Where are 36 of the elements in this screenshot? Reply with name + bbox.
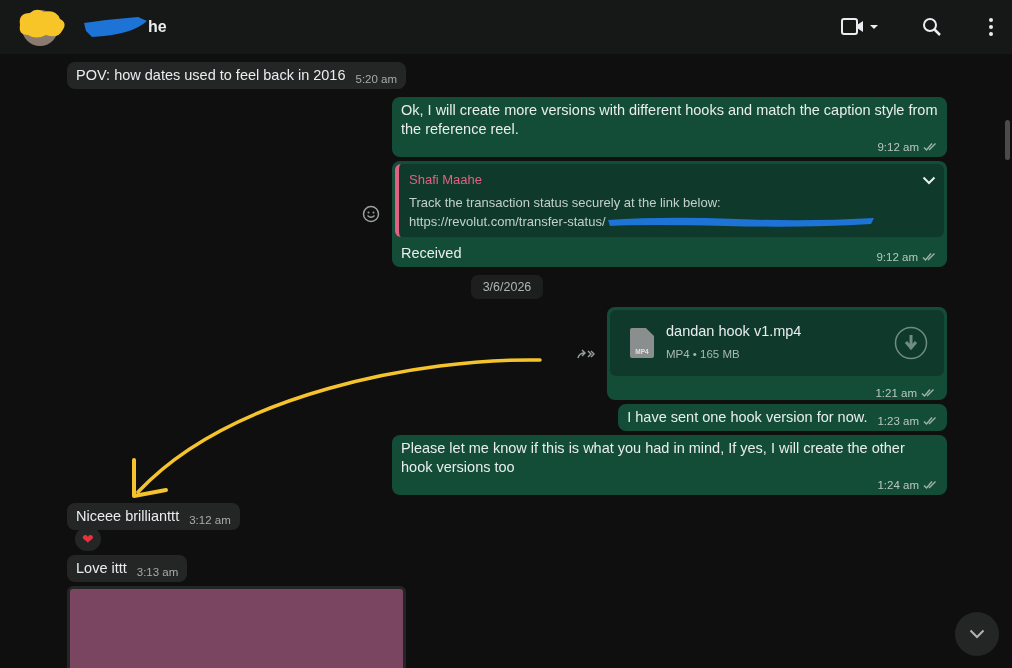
scroll-down-button[interactable] xyxy=(955,612,999,656)
reaction-chip: ❤ xyxy=(75,527,101,551)
message-time: 3:13 am xyxy=(136,565,179,579)
search-icon[interactable] xyxy=(922,17,942,37)
redaction-scribble xyxy=(82,15,148,39)
quote-text: https://revolut.com/transfer-status/ xyxy=(409,213,606,231)
scrollbar[interactable] xyxy=(1005,120,1010,160)
menu-icon[interactable] xyxy=(988,17,994,37)
contact-name[interactable]: he xyxy=(148,18,167,36)
message-text: Ok, I will create more versions with different hooks and match the caption style from the reference reel. xyxy=(401,101,938,139)
forward-icon[interactable] xyxy=(577,347,595,360)
message-text: Received xyxy=(401,245,462,261)
quote-text: Track the transaction status securely at the link below: xyxy=(409,194,722,212)
avatar[interactable] xyxy=(18,7,68,47)
file-size: MP4 • 165 MB xyxy=(666,347,741,362)
message-text: POV: how dates used to feel back in 2016 xyxy=(76,66,346,85)
file-name: dandan hook v1.mp4 xyxy=(666,322,803,341)
chevron-down-icon[interactable] xyxy=(922,176,936,185)
message-text: Niceee brillianttt xyxy=(76,507,180,526)
message-text: Love ittt xyxy=(76,559,127,578)
message-text: Please let me know if this is what you had in mind, If yes, I will create the other hook versions too xyxy=(401,439,906,477)
quote-author: Shafi Maahe xyxy=(409,171,482,189)
download-icon[interactable] xyxy=(894,326,928,360)
message-time: 3:12 am xyxy=(189,513,231,527)
message-time: 9:12 am xyxy=(876,250,918,264)
emoji-icon[interactable] xyxy=(362,205,380,223)
chevron-down-icon xyxy=(969,629,985,639)
date-chip: 3/6/2026 xyxy=(470,275,544,299)
message-time: 1:21 am xyxy=(875,386,917,400)
message-time: 1:24 am xyxy=(877,478,919,492)
quoted-message[interactable]: Shafi Maahe Track the transaction status securely at the link below: https://revolut.com/transfer-status/ xyxy=(395,164,944,237)
message-text: I have sent one hook version for now. xyxy=(627,408,868,427)
message-time: 1:23 am xyxy=(877,414,919,428)
message-time: 9:12 am xyxy=(877,140,919,154)
message-time: 5:20 am xyxy=(355,72,398,86)
video-call-icon[interactable] xyxy=(840,17,880,37)
